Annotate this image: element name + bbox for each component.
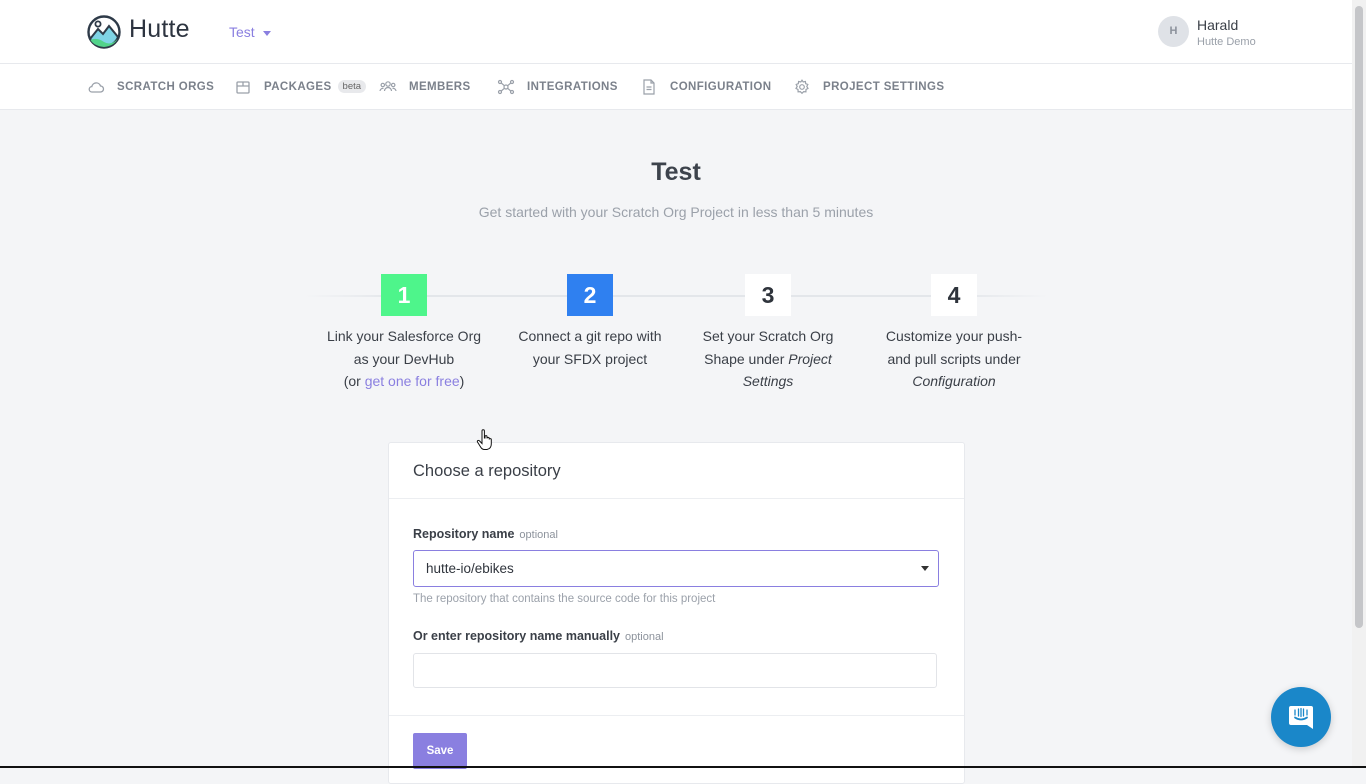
nav-item-packages[interactable]: PACKAGES beta <box>234 64 367 109</box>
step-text-line: Set your Scratch Org <box>702 328 834 344</box>
step-text-line: and pull scripts under <box>887 350 1021 367</box>
hutte-logo-icon[interactable] <box>87 15 121 49</box>
optional-tag: optional <box>519 529 558 541</box>
step-text-line: Link your Salesforce Org <box>326 328 482 344</box>
nav-item-project-settings[interactable]: PROJECT SETTINGS <box>793 64 944 109</box>
card-title: Choose a repository <box>389 443 964 499</box>
repository-card: Choose a repository Repository name optio… <box>388 442 965 784</box>
step-text-line: your SFDX project <box>532 350 648 367</box>
brand-name: Hutte <box>129 15 190 43</box>
nav-label: INTEGRATIONS <box>527 80 618 93</box>
cloud-icon <box>88 81 105 93</box>
step-text-emphasis: Configuration <box>912 373 996 389</box>
step-1: 1 Link your Salesforce Org as your DevHu… <box>314 274 494 393</box>
top-bar: Hutte Test H Harald Hutte Demo <box>0 0 1352 64</box>
repo-help-text: The repository that contains the source … <box>413 593 716 605</box>
hand-pointer-cursor-icon <box>476 429 492 450</box>
step-number: 2 <box>567 274 613 316</box>
chat-launcher-button[interactable] <box>1271 687 1331 747</box>
step-text-line: Customize your push- <box>885 328 1023 344</box>
manual-repo-label-text: Or enter repository name manually <box>413 629 621 643</box>
step-number: 1 <box>381 274 427 316</box>
step-description: Link your Salesforce Org as your DevHub … <box>314 325 494 393</box>
step-text-emphasis: Settings <box>742 373 794 389</box>
project-selector[interactable]: Test <box>229 24 271 40</box>
repo-name-label-text: Repository name <box>413 527 515 541</box>
scrollbar-thumb[interactable] <box>1355 6 1363 628</box>
nav-item-integrations[interactable]: INTEGRATIONS <box>497 64 618 109</box>
step-description: Connect a git repo with your SFDX projec… <box>500 325 680 370</box>
page-subtitle: Get started with your Scratch Org Projec… <box>478 204 874 220</box>
card-divider <box>389 715 964 716</box>
manual-repo-input[interactable] <box>413 653 937 688</box>
caret-down-icon <box>921 566 929 571</box>
nav-label: PROJECT SETTINGS <box>823 80 945 93</box>
step-text-emphasis: Project <box>788 350 832 367</box>
repository-select-value: hutte-io/ebikes <box>426 561 514 576</box>
step-4: 4 Customize your push- and pull scripts … <box>864 274 1044 393</box>
step-text-line: Connect a git repo with <box>518 328 662 344</box>
step-number: 4 <box>931 274 977 316</box>
nav-item-scratch-orgs[interactable]: SCRATCH ORGS <box>87 64 214 109</box>
caret-down-icon <box>262 30 271 36</box>
nav-label: CONFIGURATION <box>670 80 772 93</box>
step-2: 2 Connect a git repo with your SFDX proj… <box>500 274 680 370</box>
document-icon <box>643 78 655 95</box>
page-title: Test <box>651 158 701 186</box>
save-button[interactable]: Save <box>413 733 467 769</box>
nav-item-members[interactable]: MEMBERS <box>379 64 471 109</box>
step-description: Set your Scratch Org Shape under Project… <box>678 325 858 393</box>
user-menu[interactable]: H Harald Hutte Demo <box>1158 15 1318 49</box>
repository-select[interactable]: hutte-io/ebikes <box>413 550 939 587</box>
nav-item-configuration[interactable]: CONFIGURATION <box>640 64 771 109</box>
repo-name-label: Repository name optional <box>413 527 558 541</box>
gear-icon <box>795 78 809 94</box>
user-org: Hutte Demo <box>1197 36 1256 48</box>
user-name: Harald <box>1197 17 1239 33</box>
step-3: 3 Set your Scratch Org Shape under Proje… <box>678 274 858 393</box>
nav-label: SCRATCH ORGS <box>117 80 215 93</box>
step-number: 3 <box>745 274 791 316</box>
step-text-line: as your DevHub <box>353 350 455 367</box>
members-icon <box>379 80 397 91</box>
step-text-line: ) <box>459 373 465 389</box>
chat-icon <box>1289 706 1313 729</box>
step-text-line: (or <box>343 373 365 389</box>
package-icon <box>236 80 250 94</box>
nav-label: MEMBERS <box>409 80 471 93</box>
get-devhub-link[interactable]: get one for free <box>365 373 460 389</box>
project-selector-label: Test <box>229 24 255 40</box>
beta-badge: beta <box>337 80 367 93</box>
optional-tag: optional <box>625 631 664 643</box>
step-text-line: Shape under <box>704 350 789 367</box>
avatar: H <box>1158 16 1189 47</box>
manual-repo-label: Or enter repository name manually optiona… <box>413 629 664 643</box>
main-nav: SCRATCH ORGS PACKAGES beta MEMBERS INTEG… <box>0 64 1352 110</box>
step-description: Customize your push- and pull scripts un… <box>864 325 1044 393</box>
integrations-icon <box>497 79 515 94</box>
nav-label: PACKAGES <box>264 80 332 93</box>
